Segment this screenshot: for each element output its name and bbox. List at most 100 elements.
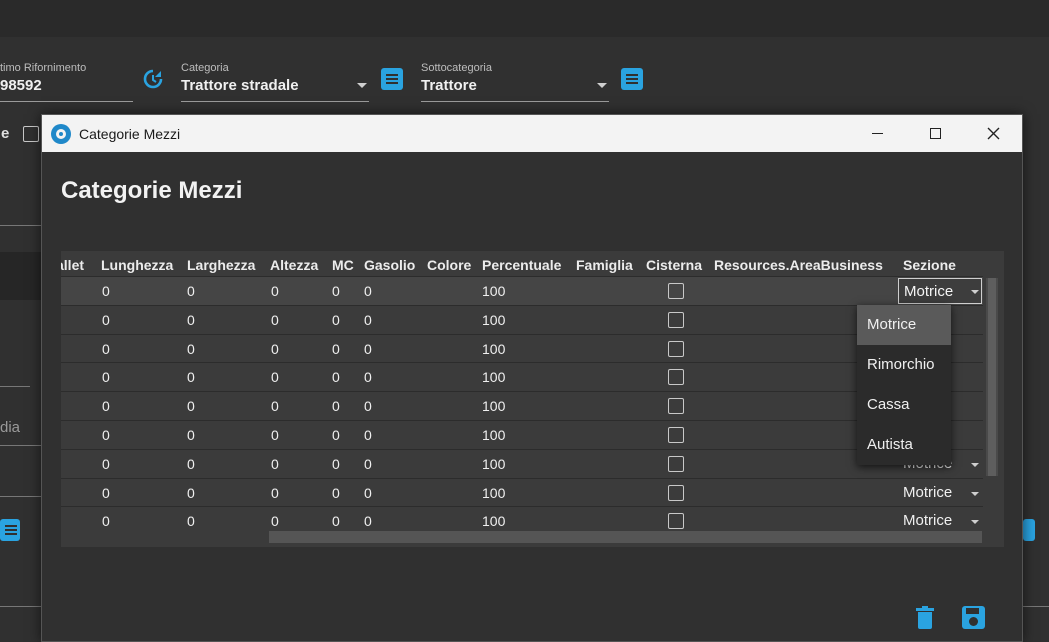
list-icon[interactable]	[381, 68, 403, 90]
cell-larghezza[interactable]: 0	[187, 283, 195, 299]
column-header-cisterna[interactable]: Cisterna	[646, 257, 702, 273]
cisterna-checkbox[interactable]	[668, 455, 684, 472]
cell-altezza[interactable]: 0	[271, 369, 279, 385]
cisterna-checkbox[interactable]	[668, 311, 684, 328]
cell-gasolio[interactable]: 0	[364, 341, 372, 357]
table-row[interactable]: 0 0 0 0 0 100	[61, 391, 983, 420]
cell-larghezza[interactable]: 0	[187, 369, 195, 385]
cell-lunghezza[interactable]: 0	[102, 427, 110, 443]
cell-percentuale[interactable]: 100	[482, 283, 505, 299]
cell-percentuale[interactable]: 100	[482, 485, 505, 501]
cell-percentuale[interactable]: 100	[482, 513, 505, 529]
vertical-scrollbar-thumb[interactable]	[988, 278, 996, 476]
cisterna-checkbox[interactable]	[668, 427, 684, 443]
sezione-combo[interactable]: Motrice	[903, 484, 979, 501]
dropdown-option[interactable]: Rimorchio	[857, 345, 951, 385]
cisterna-checkbox[interactable]	[668, 283, 684, 299]
cell-gasolio[interactable]: 0	[364, 427, 372, 443]
cell-lunghezza[interactable]: 0	[102, 398, 110, 414]
column-header-altezza[interactable]: Altezza	[270, 257, 318, 273]
column-header-sezione[interactable]: Sezione	[903, 257, 956, 273]
table-row[interactable]: 00000100Motrice	[61, 477, 983, 507]
maximize-button[interactable]	[906, 115, 964, 152]
list-icon[interactable]	[0, 519, 20, 541]
ultimo-rifornimento-field[interactable]: timo Rifornimento 98592	[0, 62, 133, 102]
cell-gasolio[interactable]: 0	[364, 456, 372, 472]
cell-lunghezza[interactable]: 0	[102, 369, 110, 385]
list-icon[interactable]	[1023, 519, 1035, 541]
table-row[interactable]: 0 0 0 0 0 100	[61, 333, 983, 363]
dialog-titlebar[interactable]: Categorie Mezzi	[42, 115, 1022, 152]
sezione-combo-active[interactable]: Motrice	[898, 278, 982, 304]
column-header-colore[interactable]: Colore	[427, 257, 471, 273]
cell-percentuale[interactable]: 100	[482, 369, 505, 385]
column-header-mc[interactable]: MC	[332, 257, 354, 273]
column-header-gasolio[interactable]: Gasolio	[364, 257, 415, 273]
cell-altezza[interactable]: 0	[271, 398, 279, 414]
cell-gasolio[interactable]: 0	[364, 398, 372, 414]
cell-larghezza[interactable]: 0	[187, 485, 195, 501]
column-header-areabusiness[interactable]: Resources.AreaBusiness	[714, 257, 883, 273]
cell-larghezza[interactable]: 0	[187, 398, 195, 414]
cell-percentuale[interactable]: 100	[482, 341, 505, 357]
categoria-select[interactable]: Categoria Trattore stradale	[181, 62, 369, 102]
cell-larghezza[interactable]: 0	[187, 312, 195, 328]
table-row[interactable]: 0 0 0 0 0 100	[61, 304, 983, 334]
cell-gasolio[interactable]: 0	[364, 283, 372, 299]
cell-larghezza[interactable]: 0	[187, 456, 195, 472]
list-icon[interactable]	[621, 68, 643, 90]
table-row[interactable]: 0 0 0 0 0 100	[61, 276, 983, 305]
cell-lunghezza[interactable]: 0	[102, 456, 110, 472]
dropdown-option[interactable]: Cassa	[857, 385, 951, 425]
sottocategoria-select[interactable]: Sottocategoria Trattore	[421, 62, 609, 102]
cell-percentuale[interactable]: 100	[482, 456, 505, 472]
cell-lunghezza[interactable]: 0	[102, 283, 110, 299]
cell-mc[interactable]: 0	[332, 456, 340, 472]
cell-altezza[interactable]: 0	[271, 312, 279, 328]
cell-altezza[interactable]: 0	[271, 456, 279, 472]
cisterna-checkbox[interactable]	[668, 398, 684, 415]
trash-icon[interactable]	[916, 606, 934, 630]
cell-gasolio[interactable]: 0	[364, 513, 372, 529]
cisterna-checkbox[interactable]	[668, 340, 684, 357]
cisterna-checkbox[interactable]	[668, 484, 684, 501]
cell-gasolio[interactable]: 0	[364, 312, 372, 328]
cell-larghezza[interactable]: 0	[187, 513, 195, 529]
cell-gasolio[interactable]: 0	[364, 369, 372, 385]
cell-percentuale[interactable]: 100	[482, 427, 505, 443]
dropdown-option[interactable]: Motrice	[857, 305, 951, 345]
column-header-pallet[interactable]: allet	[61, 257, 84, 273]
cell-mc[interactable]: 0	[332, 427, 340, 443]
cell-altezza[interactable]: 0	[271, 513, 279, 529]
cell-percentuale[interactable]: 100	[482, 398, 505, 414]
cell-mc[interactable]: 0	[332, 513, 340, 529]
cell-lunghezza[interactable]: 0	[102, 341, 110, 357]
cisterna-checkbox[interactable]	[668, 513, 684, 530]
column-header-larghezza[interactable]: Larghezza	[187, 257, 255, 273]
vertical-scrollbar[interactable]	[986, 278, 998, 476]
horizontal-scrollbar[interactable]	[269, 531, 982, 543]
cell-altezza[interactable]: 0	[271, 341, 279, 357]
cell-gasolio[interactable]: 0	[364, 485, 372, 501]
cell-percentuale[interactable]: 100	[482, 312, 505, 328]
cell-lunghezza[interactable]: 0	[102, 485, 110, 501]
column-header-lunghezza[interactable]: Lunghezza	[101, 257, 173, 273]
cell-mc[interactable]: 0	[332, 283, 340, 299]
cell-mc[interactable]: 0	[332, 485, 340, 501]
table-row[interactable]: 0 0 0 0 0 100	[61, 362, 983, 391]
cell-mc[interactable]: 0	[332, 398, 340, 414]
table-row[interactable]: 00000100Motrice	[61, 448, 983, 478]
cell-lunghezza[interactable]: 0	[102, 312, 110, 328]
dropdown-option[interactable]: Autista	[857, 425, 951, 465]
save-icon[interactable]	[962, 606, 985, 629]
cell-mc[interactable]: 0	[332, 312, 340, 328]
minimize-button[interactable]	[848, 115, 906, 152]
cell-altezza[interactable]: 0	[271, 427, 279, 443]
column-header-percentuale[interactable]: Percentuale	[482, 257, 561, 273]
cell-larghezza[interactable]: 0	[187, 341, 195, 357]
cisterna-checkbox[interactable]	[668, 369, 684, 386]
cell-larghezza[interactable]: 0	[187, 427, 195, 443]
cell-altezza[interactable]: 0	[271, 283, 279, 299]
column-header-famiglia[interactable]: Famiglia	[576, 257, 633, 273]
sezione-combo[interactable]: Motrice	[903, 512, 979, 529]
